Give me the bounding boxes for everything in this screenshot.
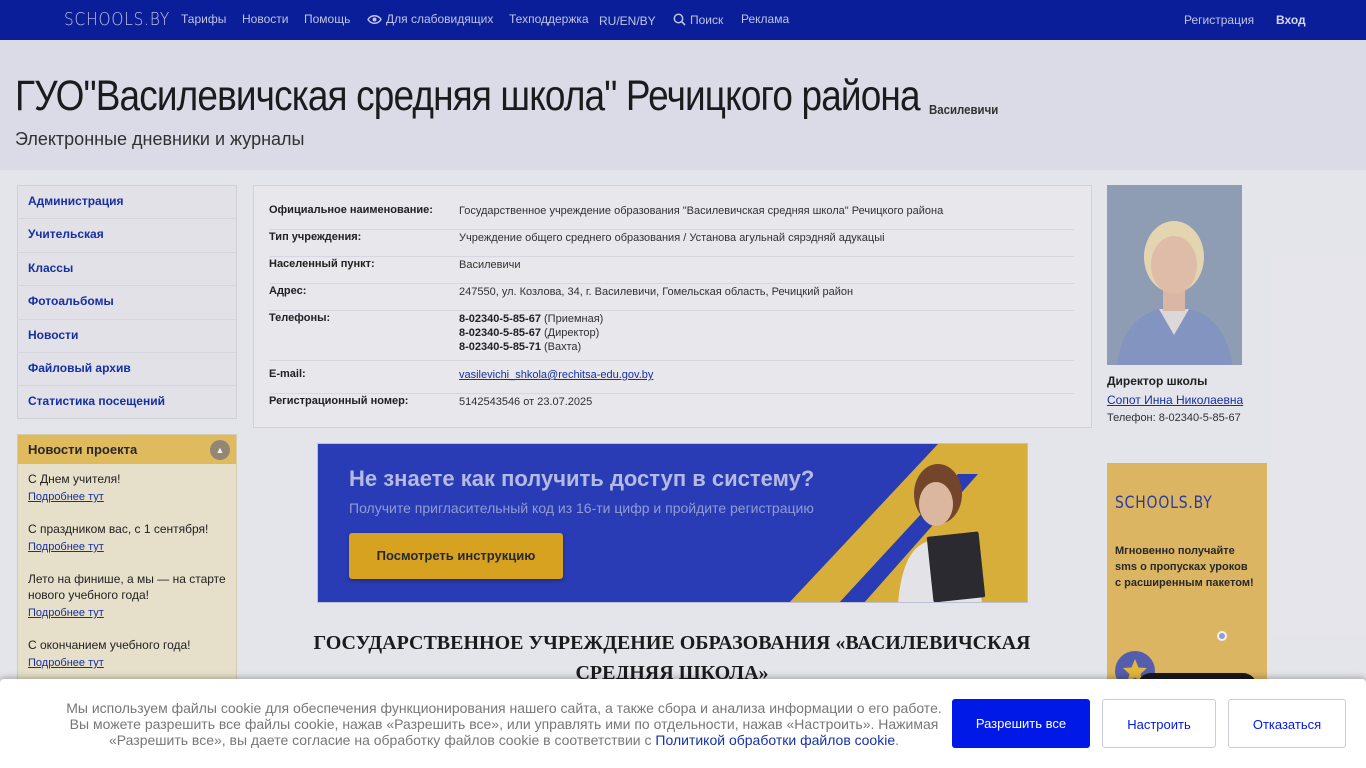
director-name-link[interactable]: Сопот Инна Николаевна bbox=[1107, 393, 1243, 407]
cookie-consent-bar: Мы используем файлы cookie для обеспечен… bbox=[0, 679, 1366, 768]
phone-number[interactable]: 8-02340-5-85-67 bbox=[459, 313, 541, 325]
decline-button[interactable]: Отказаться bbox=[1228, 699, 1346, 748]
sidebar-item-file-archive[interactable]: Файловый архив bbox=[18, 353, 236, 387]
nav-language[interactable]: RU/EN/BY bbox=[599, 14, 656, 28]
info-value: Учреждение общего среднего образования /… bbox=[459, 232, 885, 244]
info-row-phones: Телефоны: 8-02340-5-85-67 (Приемная) 8-0… bbox=[269, 312, 1074, 361]
person-portrait-icon bbox=[1107, 185, 1242, 365]
info-label: Официальное наименование: bbox=[269, 204, 433, 216]
news-more-link[interactable]: Подробнее тут bbox=[28, 605, 233, 621]
director-photo[interactable] bbox=[1107, 185, 1242, 365]
info-value: Василевичи bbox=[459, 259, 521, 271]
sidebar-item-administration[interactable]: Администрация bbox=[18, 186, 236, 220]
info-label: Регистрационный номер: bbox=[269, 395, 409, 407]
news-item-title: Лето на финише, а мы — на старте нового … bbox=[28, 572, 226, 602]
news-item: С праздником вас, с 1 сентября! Подробне… bbox=[28, 521, 233, 555]
project-news-box: Новости проекта ▲ С Днем учителя! Подроб… bbox=[17, 434, 237, 694]
ad-text: Мгновенно получайте sms о пропусках урок… bbox=[1115, 545, 1254, 589]
info-label: Населенный пункт: bbox=[269, 258, 375, 270]
view-instruction-button[interactable]: Посмотреть инструкцию bbox=[349, 533, 563, 579]
news-more-link[interactable]: Подробнее тут bbox=[28, 489, 233, 505]
collapse-icon[interactable]: ▲ bbox=[210, 440, 230, 460]
project-news-title: Новости проекта bbox=[28, 442, 138, 457]
info-value: Государственное учреждение образования "… bbox=[459, 205, 944, 217]
school-title: ГУО"Василевичская средняя школа" Речицко… bbox=[15, 72, 921, 120]
banner-title: Не знаете как получить доступ в систему? bbox=[349, 466, 815, 491]
nav-accessibility-label: Для слабовидящих bbox=[386, 12, 494, 26]
info-row-locality: Населенный пункт: Василевичи bbox=[269, 258, 1074, 284]
phone-list: 8-02340-5-85-67 (Приемная) 8-02340-5-85-… bbox=[459, 312, 603, 354]
sidebar-item-photoalbums[interactable]: Фотоальбомы bbox=[18, 286, 236, 320]
info-row-type: Тип учреждения: Учреждение общего средне… bbox=[269, 231, 1074, 257]
school-sidebar-menu: Администрация Учительская Классы Фотоаль… bbox=[17, 185, 237, 419]
info-label: Телефоны: bbox=[269, 312, 331, 324]
info-row-email: E-mail: vasilevichi_shkola@rechitsa-edu.… bbox=[269, 368, 1074, 394]
news-more-link[interactable]: Подробнее тут bbox=[28, 539, 233, 555]
info-label: E-mail: bbox=[269, 368, 306, 380]
login-link[interactable]: Вход bbox=[1276, 13, 1306, 27]
info-label: Адрес: bbox=[269, 285, 307, 297]
nav-help[interactable]: Помощь bbox=[304, 12, 350, 26]
nav-search-label: Поиск bbox=[690, 13, 724, 27]
banner-subtitle: Получите пригласительный код из 16-ти ци… bbox=[349, 500, 814, 516]
search-icon bbox=[673, 13, 686, 26]
phone-number[interactable]: 8-02340-5-85-71 bbox=[459, 341, 541, 353]
project-news-header: Новости проекта ▲ bbox=[18, 435, 236, 464]
site-logo[interactable]: SCHOOLS.BY bbox=[64, 9, 170, 30]
school-info-card: Официальное наименование: Государственно… bbox=[253, 185, 1092, 428]
eye-icon bbox=[367, 15, 382, 24]
nav-tariffs[interactable]: Тарифы bbox=[181, 12, 226, 26]
news-item-title: С праздником вас, с 1 сентября! bbox=[28, 522, 209, 536]
sidebar-item-visit-stats[interactable]: Статистика посещений bbox=[18, 386, 236, 419]
cookie-text: Мы используем файлы cookie для обеспечен… bbox=[66, 700, 942, 748]
info-label: Тип учреждения: bbox=[269, 231, 362, 243]
nav-accessibility[interactable]: Для слабовидящих bbox=[367, 12, 493, 26]
news-item-title: С Днем учителя! bbox=[28, 472, 121, 486]
ad-logo: SCHOOLS.BY bbox=[1115, 493, 1213, 513]
info-row-address: Адрес: 247550, ул. Козлова, 34, г. Васил… bbox=[269, 285, 1074, 311]
info-value: 247550, ул. Козлова, 34, г. Василевичи, … bbox=[459, 286, 854, 298]
sms-ad-banner[interactable]: SCHOOLS.BY Мгновенно получайте sms о про… bbox=[1107, 463, 1267, 703]
school-subtitle: Электронные дневники и журналы bbox=[15, 129, 305, 149]
news-item: Лето на финише, а мы — на старте нового … bbox=[28, 571, 233, 621]
nav-support[interactable]: Техподдержка bbox=[509, 12, 589, 26]
phone-note: (Вахта) bbox=[544, 341, 582, 353]
top-navbar: SCHOOLS.BY Тарифы Новости Помощь Для сла… bbox=[0, 0, 1366, 40]
email-link[interactable]: vasilevichi_shkola@rechitsa-edu.gov.by bbox=[459, 368, 653, 382]
info-row-official-name: Официальное наименование: Государственно… bbox=[269, 204, 1074, 230]
nav-ads[interactable]: Реклама bbox=[741, 12, 789, 26]
director-phone: Телефон: 8-02340-5-85-67 bbox=[1107, 412, 1241, 424]
cookie-policy-link[interactable]: Политикой обработки файлов cookie bbox=[655, 732, 895, 748]
news-item: С Днем учителя! Подробнее тут bbox=[28, 471, 233, 505]
sidebar-item-classes[interactable]: Классы bbox=[18, 253, 236, 287]
director-label: Директор школы bbox=[1107, 374, 1208, 388]
configure-button[interactable]: Настроить bbox=[1102, 699, 1216, 748]
phone-number[interactable]: 8-02340-5-85-67 bbox=[459, 327, 541, 339]
school-place: Василевичи bbox=[929, 102, 999, 117]
info-value: 5142543546 от 23.07.2025 bbox=[459, 396, 593, 408]
sidebar-item-news[interactable]: Новости bbox=[18, 320, 236, 353]
info-row-reg-number: Регистрационный номер: 5142543546 от 23.… bbox=[269, 395, 1074, 421]
sidebar-item-teachers[interactable]: Учительская bbox=[18, 219, 236, 253]
ad-dot-icon bbox=[1217, 631, 1227, 641]
nav-news[interactable]: Новости bbox=[242, 12, 288, 26]
news-more-link[interactable]: Подробнее тут bbox=[28, 655, 233, 671]
accept-all-button[interactable]: Разрешить все bbox=[952, 699, 1090, 748]
access-instruction-banner[interactable]: Не знаете как получить доступ в систему?… bbox=[317, 443, 1028, 603]
phone-note: (Директор) bbox=[544, 327, 600, 339]
news-item-title: С окончанием учебного года! bbox=[28, 638, 191, 652]
phone-note: (Приемная) bbox=[544, 313, 604, 325]
register-link[interactable]: Регистрация bbox=[1184, 13, 1254, 27]
nav-search[interactable]: Поиск bbox=[673, 13, 723, 27]
news-item: С окончанием учебного года! Подробнее ту… bbox=[28, 637, 233, 671]
